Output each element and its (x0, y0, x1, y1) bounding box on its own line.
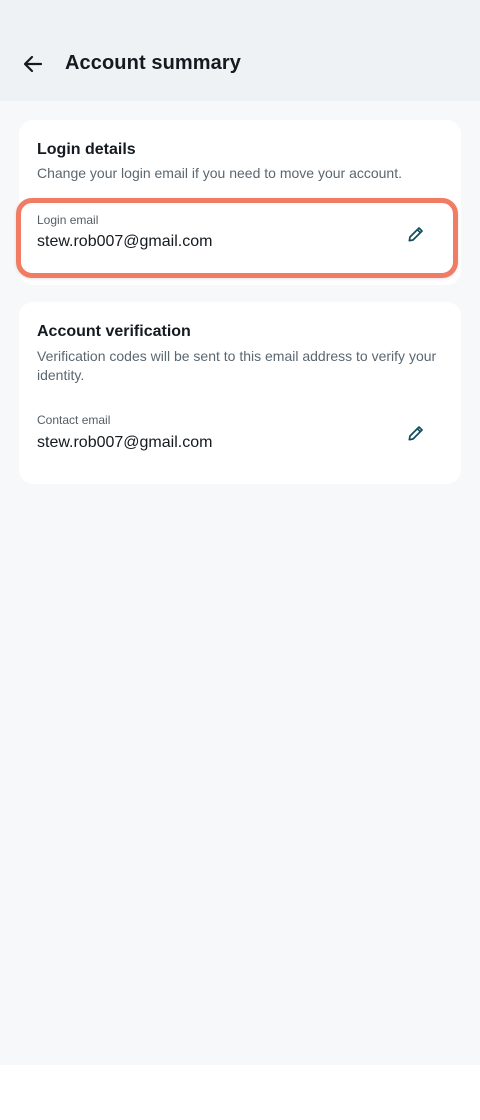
account-verification-description: Verification codes will be sent to this … (37, 348, 437, 383)
arrow-left-icon (23, 55, 43, 73)
login-details-heading: Login details (37, 141, 136, 158)
login-email-label: Login email (37, 213, 99, 227)
back-button[interactable] (14, 45, 52, 83)
contact-email-label: Contact email (37, 413, 111, 427)
login-email-field[interactable]: Login email stew.rob007@gmail.com (16, 198, 458, 278)
edit-contact-email-button[interactable] (401, 418, 431, 448)
pencil-icon (408, 227, 423, 242)
pencil-icon (408, 426, 423, 441)
login-details-description: Change your login email if you need to m… (37, 165, 402, 181)
login-email-value: stew.rob007@gmail.com (37, 233, 213, 250)
app-screen: Account summary Login details Change you… (0, 0, 480, 1065)
top-app-bar: Account summary (0, 0, 480, 101)
page-title: Account summary (65, 52, 241, 74)
contact-email-value: stew.rob007@gmail.com (37, 434, 213, 451)
edit-login-email-button[interactable] (401, 219, 431, 249)
account-verification-heading: Account verification (37, 323, 191, 340)
account-verification-card: Account verification Verification codes … (19, 302, 461, 484)
